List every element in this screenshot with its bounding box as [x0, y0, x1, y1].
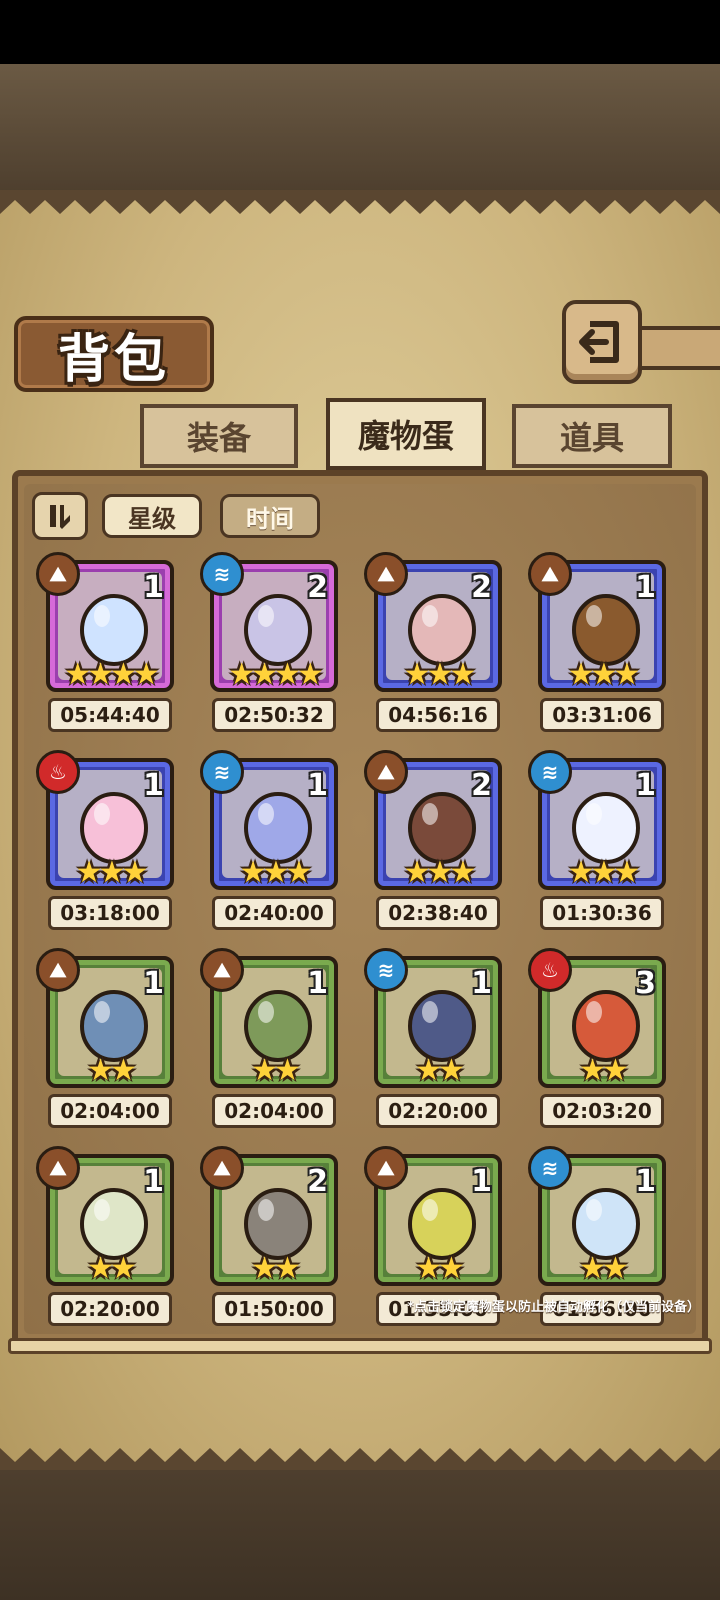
hatch-timer: 01:30:36 [540, 896, 664, 930]
star-rating: ★★ [579, 1251, 629, 1286]
egg-card[interactable]: 3 ★★ ♨ 02:03:20 [528, 948, 674, 1134]
tab-equipment[interactable]: 装备 [140, 404, 298, 468]
egg-card[interactable]: 1 ★★★ ⛰ 03:31:06 [528, 552, 674, 738]
egg-card[interactable]: 1 ★★★ ≋ 01:30:36 [528, 750, 674, 936]
egg-count: 1 [143, 1164, 164, 1199]
star-rating: ★★ [251, 1251, 301, 1286]
title-plate: 背包 [14, 316, 214, 392]
star-rating: ★★★ [567, 855, 641, 890]
water-element-icon: ≋ [200, 552, 244, 596]
earth-element-icon: ⛰ [36, 1146, 80, 1190]
egg-count: 1 [307, 768, 328, 803]
star-rating: ★★★ [403, 657, 477, 692]
star-rating: ★★ [87, 1053, 137, 1088]
egg-count: 1 [635, 768, 656, 803]
hatch-timer: 02:20:00 [48, 1292, 172, 1326]
egg-count: 1 [307, 966, 328, 1001]
star-rating: ★★★ [239, 855, 313, 890]
sort-by-star-button[interactable]: 星级 [102, 494, 202, 538]
hatch-timer: 03:31:06 [540, 698, 664, 732]
hatch-timer: 02:04:00 [212, 1094, 336, 1128]
egg-card[interactable]: 1 ★★ ⛰ 02:04:00 [200, 948, 346, 1134]
egg-card[interactable]: 1 ★★★★ ⛰ 05:44:40 [36, 552, 182, 738]
earth-element-icon: ⛰ [36, 552, 80, 596]
egg-card[interactable]: 2 ★★★★ ≋ 02:50:32 [200, 552, 346, 738]
egg-count: 2 [471, 768, 492, 803]
sort-order-icon [50, 505, 70, 529]
egg-count: 1 [471, 1164, 492, 1199]
egg-count: 1 [471, 966, 492, 1001]
status-bar-area [0, 0, 720, 64]
fire-element-icon: ♨ [528, 948, 572, 992]
water-element-icon: ≋ [200, 750, 244, 794]
map-background-top [0, 64, 720, 192]
hatch-timer: 02:04:00 [48, 1094, 172, 1128]
back-arrow-icon [579, 321, 619, 363]
star-rating: ★★ [415, 1251, 465, 1286]
sort-by-time-button[interactable]: 时间 [220, 494, 320, 538]
egg-card[interactable]: 1 ★★ ⛰ 02:20:00 [36, 1146, 182, 1332]
egg-count: 1 [143, 570, 164, 605]
earth-element-icon: ⛰ [364, 1146, 408, 1190]
star-rating: ★★ [251, 1053, 301, 1088]
earth-element-icon: ⛰ [528, 552, 572, 596]
star-rating: ★★★★ [228, 657, 324, 692]
star-rating: ★★★ [403, 855, 477, 890]
star-rating: ★★ [415, 1053, 465, 1088]
hatch-timer: 02:38:40 [376, 896, 500, 930]
egg-count: 1 [635, 1164, 656, 1199]
lock-hint-text: *点击锁定魔物蛋以防止被自动孵化（仅当前设备） [407, 1300, 700, 1315]
star-rating: ★★ [579, 1053, 629, 1088]
hatch-timer: 02:03:20 [540, 1094, 664, 1128]
egg-card[interactable]: 1 ★★★ ≋ 02:40:00 [200, 750, 346, 936]
egg-count: 2 [471, 570, 492, 605]
egg-count: 1 [143, 966, 164, 1001]
earth-element-icon: ⛰ [200, 1146, 244, 1190]
back-button[interactable] [562, 300, 642, 384]
egg-grid: 1 ★★★★ ⛰ 05:44:40 2 ★★★★ ≋ 02:50:32 2 ★★★ ⛰ 04:56:1… [36, 552, 680, 1326]
fire-element-icon: ♨ [36, 750, 80, 794]
star-rating: ★★★★ [64, 657, 160, 692]
sort-order-toggle[interactable] [32, 492, 88, 540]
map-background-bottom [0, 1470, 720, 1600]
star-rating: ★★★ [75, 855, 149, 890]
hatch-timer: 04:56:16 [376, 698, 500, 732]
egg-count: 3 [635, 966, 656, 1001]
egg-count: 2 [307, 570, 328, 605]
egg-card[interactable]: 2 ★★★ ⛰ 02:38:40 [364, 750, 510, 936]
egg-card[interactable]: 1 ★★★ ♨ 03:18:00 [36, 750, 182, 936]
star-rating: ★★★ [567, 657, 641, 692]
egg-count: 2 [307, 1164, 328, 1199]
egg-card[interactable]: 1 ★★ ≋ 02:20:00 [364, 948, 510, 1134]
hatch-timer: 03:18:00 [48, 896, 172, 930]
egg-card[interactable]: 2 ★★★ ⛰ 04:56:16 [364, 552, 510, 738]
tab-items[interactable]: 道具 [512, 404, 672, 468]
hatch-timer: 02:50:32 [212, 698, 336, 732]
page-title: 背包 [57, 328, 170, 390]
hatch-timer: 02:40:00 [212, 896, 336, 930]
egg-card[interactable]: 1 ★★ ⛰ 02:04:00 [36, 948, 182, 1134]
hatch-timer: 05:44:40 [48, 698, 172, 732]
panel-rail [8, 1338, 712, 1354]
earth-element-icon: ⛰ [200, 948, 244, 992]
earth-element-icon: ⛰ [364, 552, 408, 596]
hatch-timer: 02:20:00 [376, 1094, 500, 1128]
egg-count: 1 [635, 570, 656, 605]
zigzag-border-top [0, 190, 720, 214]
water-element-icon: ≋ [364, 948, 408, 992]
star-rating: ★★ [87, 1251, 137, 1286]
tab-monster-eggs[interactable]: 魔物蛋 [326, 398, 486, 470]
egg-count: 1 [143, 768, 164, 803]
back-rail [636, 326, 720, 370]
water-element-icon: ≋ [528, 1146, 572, 1190]
earth-element-icon: ⛰ [36, 948, 80, 992]
zigzag-border-bottom [0, 1448, 720, 1472]
earth-element-icon: ⛰ [364, 750, 408, 794]
water-element-icon: ≋ [528, 750, 572, 794]
